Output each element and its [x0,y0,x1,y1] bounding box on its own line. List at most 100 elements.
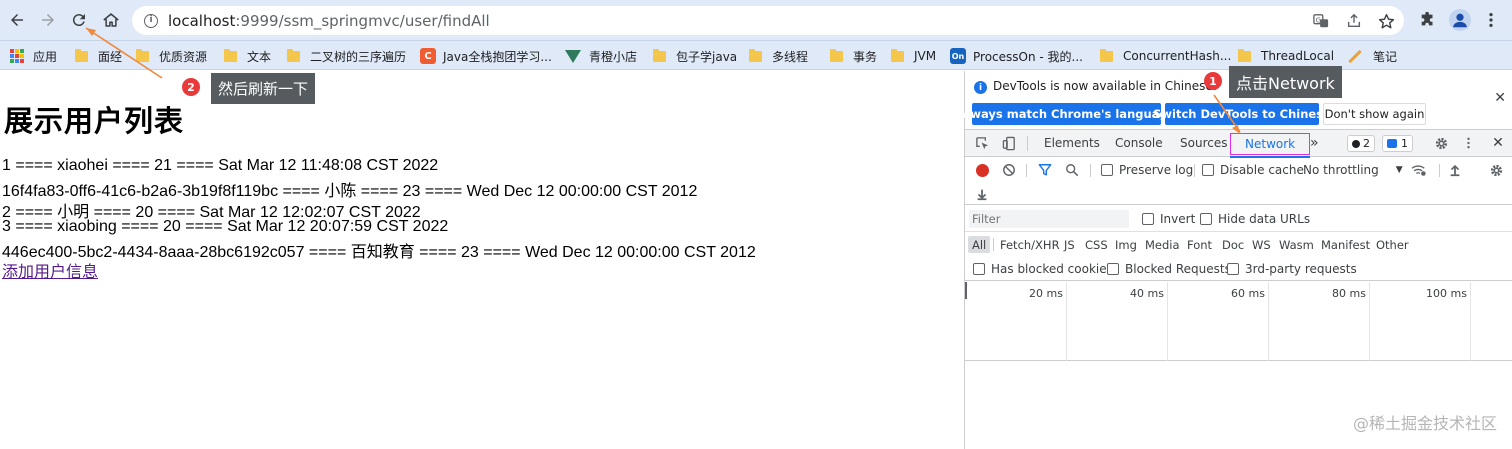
third-party-requests-checkbox[interactable]: 3rd-party requests [1227,262,1357,276]
type-filter-fetch-xhr[interactable]: Fetch/XHR [1000,236,1060,253]
record-icon[interactable] [973,161,991,179]
bookmark-item[interactable]: On ProcessOn - 我的... [950,47,1083,65]
bookmark-item[interactable]: 笔记 [1347,47,1397,65]
bookmark-item[interactable]: 事务 [830,47,877,65]
info-icon: i [974,81,987,94]
bookmark-item[interactable]: 优质资源 [136,47,207,65]
type-filter-media[interactable]: Media [1145,236,1180,253]
bookmark-star-icon[interactable] [1377,12,1395,30]
forward-button[interactable] [34,6,62,34]
checkbox-box [1142,213,1154,225]
bookmark-item[interactable]: ConcurrentHash... [1100,47,1231,65]
has-blocked-cookies-label: Has blocked cookies [991,262,1113,276]
user-row: 446ec400-5bc2-4434-8aaa-28bc6192c057 ===… [2,244,756,261]
vue-icon [565,49,581,63]
type-filter-css[interactable]: CSS [1085,236,1108,253]
home-button[interactable] [97,6,125,34]
type-filter-doc[interactable]: Doc [1222,236,1244,253]
checkbox-box [1202,164,1214,176]
messages-count: 1 [1401,137,1408,150]
devtools-panel: i DevTools is now available in Chinese! … [958,71,1512,449]
request-options-row: Has blocked cookies Blocked Requests 3rd… [965,257,1512,281]
profile-avatar-icon[interactable] [1449,9,1471,31]
match-language-button[interactable]: Always match Chrome's language [958,103,1175,125]
hide-data-urls-label: Hide data URLs [1218,212,1311,226]
bookmark-item[interactable]: 包子学java [653,47,737,65]
translate-icon[interactable]: G [1312,12,1330,30]
device-toolbar-icon[interactable] [1000,134,1018,152]
back-button[interactable] [3,6,31,34]
type-filter-ws[interactable]: WS [1252,236,1271,253]
timeline-tick-line [1268,282,1269,361]
inspect-element-icon[interactable] [973,134,991,152]
invert-checkbox[interactable]: Invert [1142,212,1195,226]
extensions-puzzle-icon[interactable] [1417,9,1439,31]
hide-data-urls-checkbox[interactable]: Hide data URLs [1200,212,1310,226]
bookmark-item[interactable]: 二叉树的三序遍历 [287,47,406,65]
bookmark-item[interactable]: C Java全栈抱团学习... [420,47,552,65]
site-info-icon[interactable]: i [144,13,158,28]
export-har-icon[interactable] [973,185,991,203]
messages-counter[interactable]: 1 [1382,135,1413,152]
step-2-badge: 2 [182,78,200,96]
bookmark-item[interactable]: 文本 [224,47,271,65]
disable-cache-checkbox[interactable]: Disable cache [1202,163,1304,177]
bookmark-item[interactable]: 青橙小店 [565,47,637,65]
bookmark-item[interactable]: JVM [891,47,936,65]
bookmark-item[interactable]: 面经 [75,47,122,65]
type-filter-manifest[interactable]: Manifest [1321,236,1370,253]
network-request-list[interactable] [965,362,1512,449]
import-har-icon[interactable] [1446,161,1464,179]
settings-gear-icon[interactable] [1432,134,1450,152]
arrow-left-icon [11,14,23,26]
bookmark-item[interactable]: 应用 [10,47,57,65]
network-overview-timeline[interactable]: 20 ms 40 ms 60 ms 80 ms 100 ms [965,282,1512,361]
close-devtools-icon[interactable]: ✕ [1489,134,1507,152]
timeline-tick-label: 20 ms [1029,287,1063,300]
tab-sources[interactable]: Sources [1180,130,1227,156]
bookmark-label: JVM [914,49,937,63]
network-settings-gear-icon[interactable] [1487,161,1505,179]
folder-icon [749,48,762,62]
tab-elements[interactable]: Elements [1044,130,1100,156]
throttling-select[interactable]: No throttling ▼ [1303,163,1403,177]
reload-icon [72,14,85,27]
network-conditions-icon[interactable] [1410,161,1428,179]
type-filter-wasm[interactable]: Wasm [1279,236,1314,253]
bookmark-item[interactable]: ThreadLocal [1238,47,1334,65]
bookmark-label: 面经 [98,49,123,64]
type-filter-img[interactable]: Img [1115,236,1137,253]
blocked-requests-checkbox[interactable]: Blocked Requests [1107,262,1231,276]
has-blocked-cookies-checkbox[interactable]: Has blocked cookies [973,262,1113,276]
clear-icon[interactable] [1000,161,1018,179]
type-filter-font[interactable]: Font [1187,236,1212,253]
browser-menu-icon[interactable] [1480,9,1502,31]
bookmark-item[interactable]: 多线程 [749,47,808,65]
close-icon[interactable]: ✕ [1494,90,1506,106]
search-icon[interactable] [1063,161,1081,179]
add-user-link[interactable]: 添加用户信息 [2,258,98,282]
bookmark-label: ConcurrentHash... [1123,49,1232,63]
type-filter-all[interactable]: All [968,236,991,253]
filter-input[interactable] [969,210,1129,228]
more-tabs-button[interactable]: » [1310,130,1319,156]
tab-network[interactable]: Network [1230,133,1311,158]
share-icon[interactable] [1345,12,1363,30]
preserve-log-checkbox[interactable]: Preserve log [1101,163,1193,177]
banner-message: DevTools is now available in Chinese! [993,79,1218,93]
address-bar[interactable]: i localhost:9999/ssm_springmvc/user/find… [132,6,1404,35]
filter-funnel-icon[interactable] [1036,161,1054,179]
arrow-right-icon [42,14,54,26]
folder-icon [287,48,300,62]
type-filter-js[interactable]: JS [1064,236,1075,253]
switch-language-button[interactable]: Switch DevTools to Chinese [1153,103,1331,125]
toolbar-divider [1026,164,1027,177]
dont-show-again-button[interactable]: Don't show again [1323,103,1426,125]
timeline-handle[interactable] [965,282,967,299]
blocked-requests-label: Blocked Requests [1125,262,1231,276]
reload-button[interactable] [65,6,93,34]
errors-counter[interactable]: 2 [1347,135,1375,152]
type-filter-other[interactable]: Other [1376,236,1409,253]
devtools-menu-icon[interactable] [1461,134,1475,152]
tab-console[interactable]: Console [1115,130,1163,156]
